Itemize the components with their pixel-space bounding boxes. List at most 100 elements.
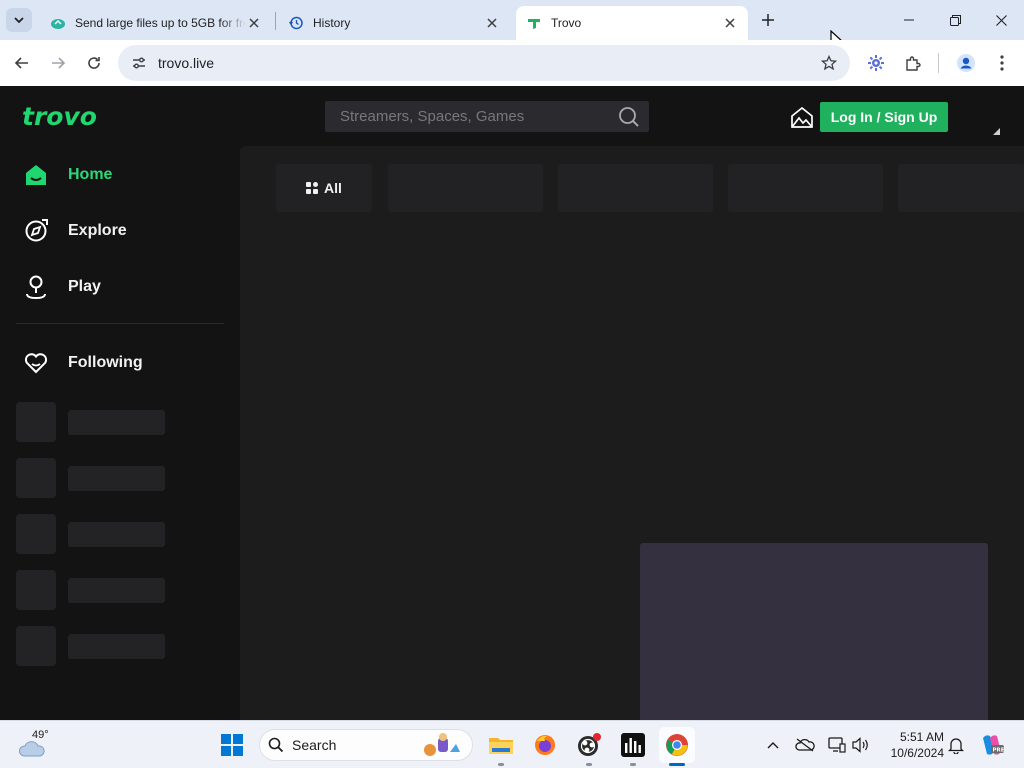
skeleton-avatar xyxy=(16,402,56,442)
tab-send-large-files[interactable]: Send large files up to 5GB for free xyxy=(40,6,272,40)
notification-bell-icon[interactable] xyxy=(944,733,968,757)
weather-widget[interactable]: 49° xyxy=(18,729,66,761)
sidebar-item-home[interactable]: Home xyxy=(22,160,112,190)
toolbar-divider xyxy=(938,53,939,73)
volume-icon[interactable] xyxy=(849,733,873,757)
following-skeleton-row xyxy=(16,570,166,610)
heart-icon xyxy=(22,349,50,377)
skeleton-text xyxy=(68,578,165,603)
extensions-puzzle-icon[interactable] xyxy=(898,48,928,78)
history-icon xyxy=(288,15,304,31)
taskbar-search-label: Search xyxy=(292,737,337,753)
grid-icon xyxy=(306,182,319,194)
tab-search-button[interactable] xyxy=(6,8,32,32)
main-content: All xyxy=(240,146,1024,720)
windows-logo-icon xyxy=(221,734,243,756)
corner-triangle-icon xyxy=(993,128,1000,135)
onedrive-offline-icon[interactable] xyxy=(793,733,817,757)
firefox-icon[interactable] xyxy=(527,727,563,763)
category-skeleton xyxy=(388,164,543,212)
minimize-icon xyxy=(904,19,914,21)
running-indicator xyxy=(498,763,504,766)
category-all-button[interactable]: All xyxy=(276,164,372,212)
tab-trovo-active[interactable]: Trovo xyxy=(516,6,748,40)
taskbar-search-box[interactable]: Search xyxy=(259,729,473,761)
cloud-icon xyxy=(18,741,45,757)
login-signup-button[interactable]: Log In / Sign Up xyxy=(820,102,948,132)
sidebar-divider xyxy=(16,323,224,324)
trovo-logo[interactable]: trovo xyxy=(22,102,104,135)
following-skeleton-row xyxy=(16,514,166,554)
profile-avatar-icon[interactable] xyxy=(951,48,981,78)
clock-time: 5:51 AM xyxy=(899,730,944,744)
site-search-bar[interactable]: Streamers, Spaces, Games xyxy=(325,101,649,132)
close-tab-icon[interactable] xyxy=(246,15,262,31)
clock-date: 10/6/2024 xyxy=(890,746,944,760)
compass-icon xyxy=(22,217,50,245)
new-tab-button[interactable] xyxy=(756,9,780,31)
sidebar-item-label: Play xyxy=(68,278,101,295)
arrow-left-icon xyxy=(14,57,28,69)
bookmark-star-icon[interactable] xyxy=(814,55,844,71)
minimize-button[interactable] xyxy=(886,0,932,40)
trovo-icon xyxy=(526,15,542,31)
skeleton-text xyxy=(68,522,165,547)
restore-button[interactable] xyxy=(932,0,978,40)
search-highlight-icon xyxy=(424,733,460,756)
category-skeleton xyxy=(728,164,883,212)
search-icon[interactable] xyxy=(609,106,649,128)
extension-gear-icon[interactable] xyxy=(861,48,891,78)
trovo-page: trovo Streamers, Spaces, Games Log In / … xyxy=(0,86,1024,720)
category-skeleton xyxy=(898,164,1024,212)
tab-title: Trovo xyxy=(551,16,582,30)
sidebar-item-play[interactable]: Play xyxy=(22,272,101,302)
sidebar-item-label: Explore xyxy=(68,222,127,239)
category-skeleton xyxy=(558,164,713,212)
close-tab-icon[interactable] xyxy=(722,15,738,31)
site-info-icon[interactable] xyxy=(124,55,154,71)
search-placeholder: Streamers, Spaces, Games xyxy=(340,108,525,125)
svg-text:PRE: PRE xyxy=(993,748,1005,754)
forward-button[interactable] xyxy=(43,48,73,78)
studio-house-icon[interactable] xyxy=(788,105,816,131)
search-icon xyxy=(268,737,284,753)
address-bar[interactable]: trovo.live xyxy=(118,45,850,81)
sidebar-item-explore[interactable]: Explore xyxy=(22,216,127,246)
logo-wordmark: trovo xyxy=(22,104,97,130)
copilot-icon[interactable]: PRE xyxy=(979,733,1005,757)
sidebar-item-label: Following xyxy=(68,354,143,371)
cloud-transfer-icon xyxy=(50,15,66,31)
chevron-down-icon xyxy=(14,17,24,24)
following-skeleton-row xyxy=(16,626,166,666)
obs-studio-icon[interactable] xyxy=(571,727,607,766)
tab-history[interactable]: History xyxy=(278,6,510,40)
back-button[interactable] xyxy=(7,48,37,78)
running-indicator xyxy=(586,763,592,766)
network-icon[interactable] xyxy=(825,733,849,757)
audio-visualizer-app-icon[interactable] xyxy=(615,727,651,766)
weather-temperature: 49° xyxy=(32,729,49,741)
chrome-icon[interactable] xyxy=(659,727,695,766)
reload-button[interactable] xyxy=(79,48,109,78)
following-skeleton-row xyxy=(16,402,166,442)
tab-separator xyxy=(275,12,276,30)
location-pin-icon xyxy=(22,273,50,301)
tab-strip: Send large files up to 5GB for free Hist… xyxy=(0,0,1024,51)
video-placeholder xyxy=(640,543,988,720)
more-menu-icon[interactable] xyxy=(987,48,1017,78)
home-icon xyxy=(22,161,50,189)
skeleton-avatar xyxy=(16,570,56,610)
tab-title: History xyxy=(313,16,351,30)
category-label: All xyxy=(324,180,342,196)
skeleton-text xyxy=(68,466,165,491)
sidebar-item-following[interactable]: Following xyxy=(22,348,143,378)
start-button[interactable] xyxy=(214,727,250,763)
close-tab-icon[interactable] xyxy=(484,15,500,31)
tray-overflow-chevron-icon[interactable] xyxy=(761,733,785,757)
restore-icon xyxy=(949,14,961,26)
file-explorer-icon[interactable] xyxy=(483,727,519,766)
close-window-button[interactable] xyxy=(978,0,1024,40)
sidebar-item-label: Home xyxy=(68,166,113,183)
browser-toolbar: trovo.live xyxy=(0,40,1024,86)
system-clock[interactable]: 5:51 AM 10/6/2024 xyxy=(880,729,944,761)
